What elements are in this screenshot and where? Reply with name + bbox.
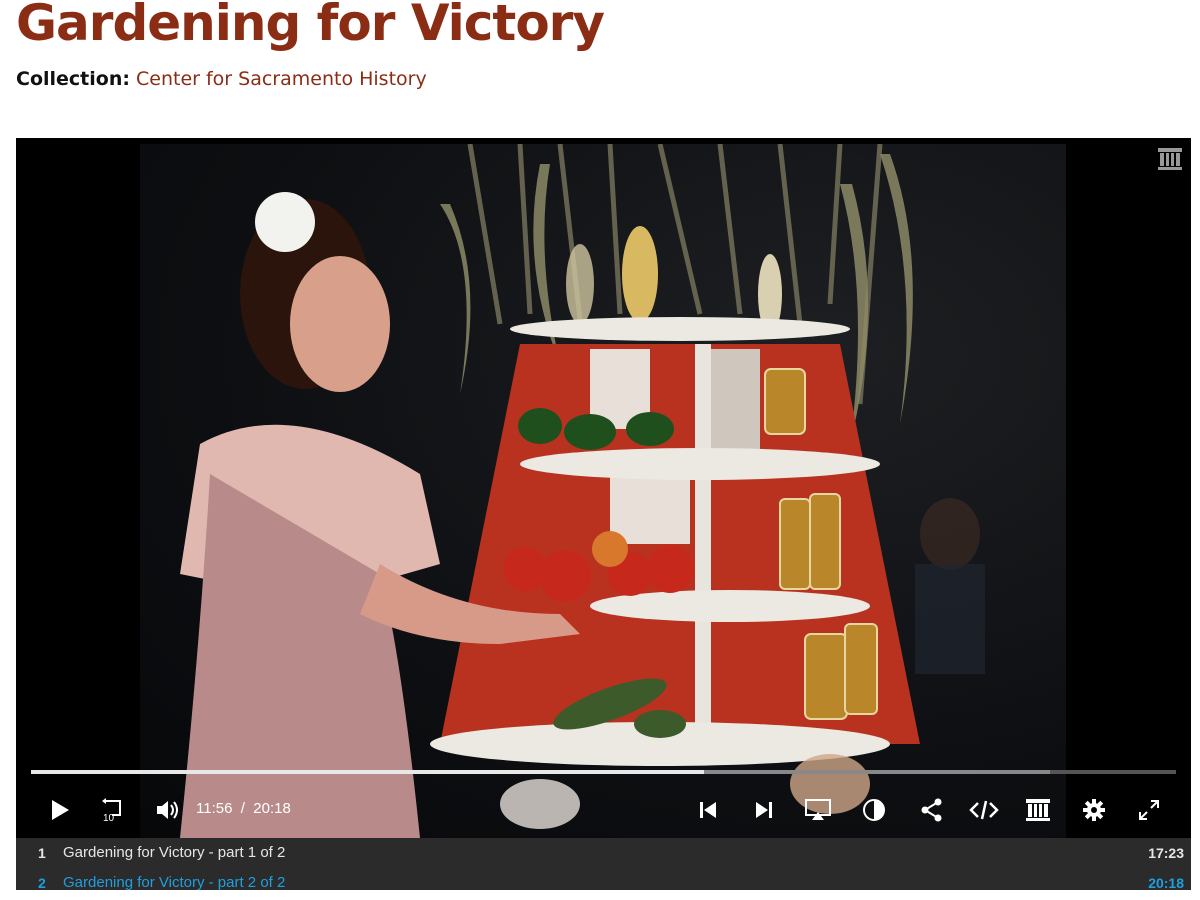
next-track-icon xyxy=(756,802,772,818)
track-title[interactable]: Gardening for Victory - part 2 of 2 xyxy=(63,874,285,890)
video-still xyxy=(180,144,985,838)
fullscreen-icon xyxy=(1139,800,1159,820)
video-player[interactable]: 10 11:56 / 20:18 xyxy=(16,138,1191,838)
control-bar: 10 11:56 / 20:18 xyxy=(16,786,1191,836)
play-button[interactable] xyxy=(44,794,76,826)
track-number: 1 xyxy=(38,845,46,861)
page-title: Gardening for Victory xyxy=(16,0,605,52)
settings-button[interactable] xyxy=(1078,794,1110,826)
airplay-icon xyxy=(805,799,831,820)
playlist-item[interactable]: 1 Gardening for Victory - part 1 of 2 17… xyxy=(16,838,1191,868)
track-title[interactable]: Gardening for Victory - part 1 of 2 xyxy=(63,844,285,861)
archive-button[interactable] xyxy=(1022,794,1054,826)
embed-icon xyxy=(969,800,999,820)
archive-icon xyxy=(1026,799,1050,821)
next-track-button[interactable] xyxy=(748,794,780,826)
played-bar xyxy=(31,770,705,774)
play-icon xyxy=(52,800,69,820)
share-icon xyxy=(921,798,942,822)
playlist: 1 Gardening for Victory - part 1 of 2 17… xyxy=(16,838,1191,890)
track-number: 2 xyxy=(38,875,46,890)
fullscreen-button[interactable] xyxy=(1133,794,1165,826)
volume-button[interactable] xyxy=(152,794,184,826)
track-duration: 17:23 xyxy=(1148,845,1184,861)
collection-label: Collection: xyxy=(16,68,130,90)
current-time: 11:56 xyxy=(196,800,233,817)
embed-button[interactable] xyxy=(968,794,1000,826)
airplay-button[interactable] xyxy=(802,794,834,826)
playlist-item-active[interactable]: 2 Gardening for Victory - part 2 of 2 20… xyxy=(16,868,1191,890)
captions-button[interactable] xyxy=(858,794,890,826)
rewind-10-icon: 10 xyxy=(102,798,121,823)
previous-track-icon xyxy=(700,802,716,818)
track-duration: 20:18 xyxy=(1148,875,1184,890)
time-display: 11:56 / 20:18 xyxy=(196,800,291,817)
volume-icon xyxy=(157,801,178,819)
collection-link[interactable]: Center for Sacramento History xyxy=(136,68,427,90)
settings-icon xyxy=(1083,799,1105,821)
time-separator: / xyxy=(240,800,245,817)
archive-logo-icon xyxy=(1157,146,1183,172)
video-frame[interactable] xyxy=(140,144,1066,838)
seek-bar[interactable] xyxy=(31,770,1176,774)
total-duration: 20:18 xyxy=(253,800,291,817)
previous-track-button[interactable] xyxy=(692,794,724,826)
rewind-10-button[interactable]: 10 xyxy=(98,794,130,826)
captions-icon xyxy=(863,799,885,821)
svg-text:10: 10 xyxy=(103,813,115,823)
share-button[interactable] xyxy=(916,794,948,826)
collection-line: Collection: Center for Sacramento Histor… xyxy=(16,68,427,90)
